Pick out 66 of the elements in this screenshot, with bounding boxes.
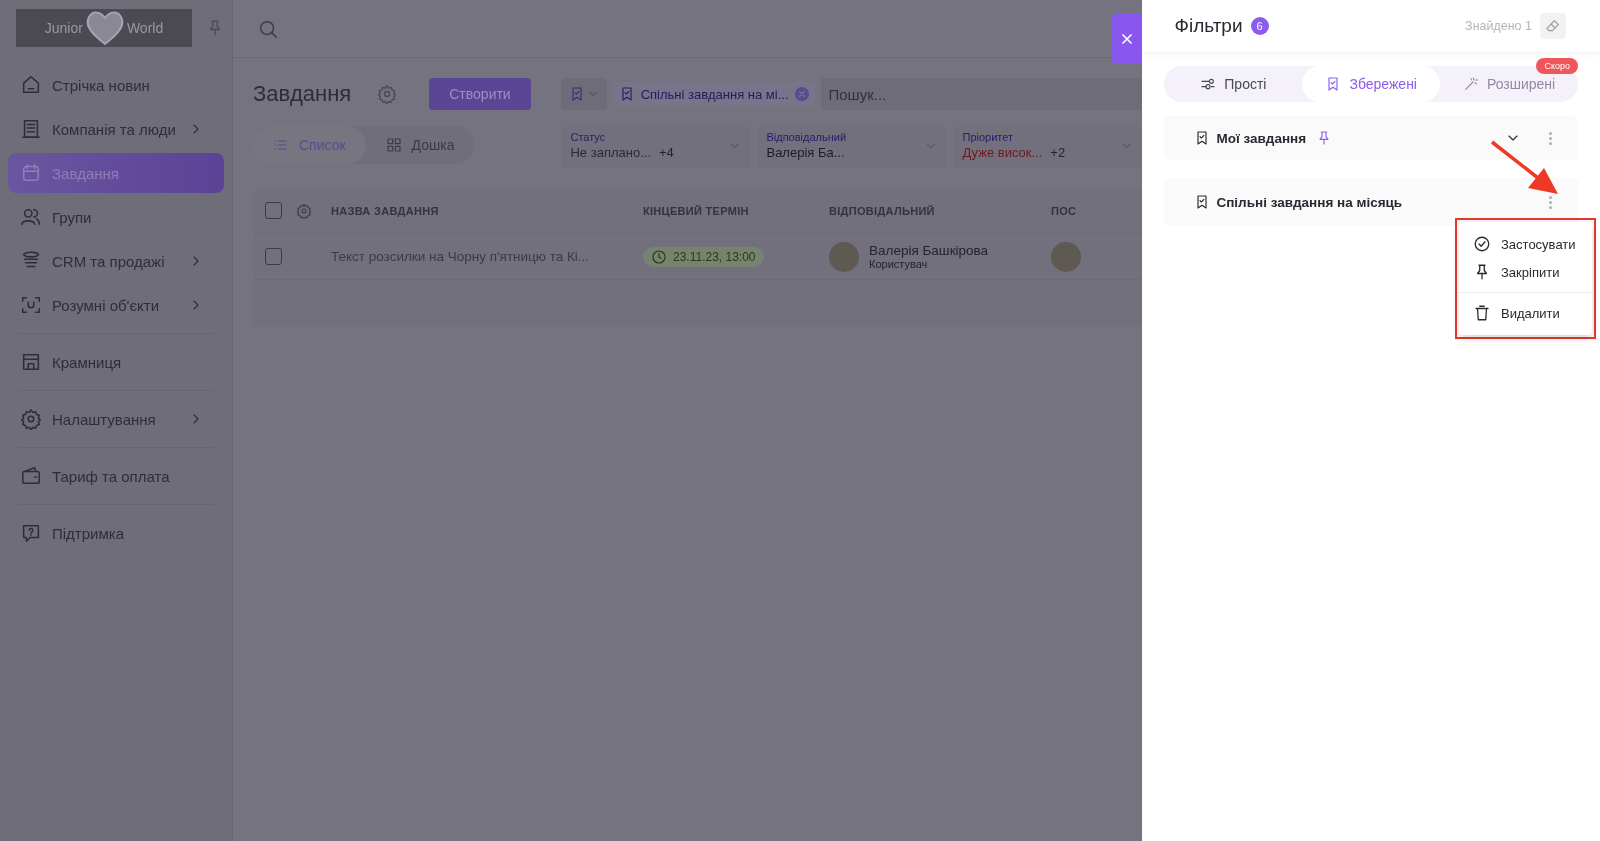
nav-item[interactable]: Тариф та оплата — [8, 456, 224, 496]
settings-icon[interactable] — [296, 202, 312, 219]
settings-icon — [20, 408, 42, 430]
menu-item[interactable]: Закріпити — [1459, 258, 1592, 286]
people-icon — [20, 206, 42, 228]
sliders-icon — [1200, 76, 1217, 92]
column-header: ВІДПОВІДАЛЬНИЙ — [829, 204, 935, 217]
column-header: НАЗВА ЗАВДАННЯ — [331, 204, 439, 217]
remove-icon[interactable] — [794, 87, 809, 101]
bookmark-dropdown[interactable] — [560, 78, 607, 110]
soon-badge: Скоро — [1536, 58, 1578, 74]
page-title: Завдання — [253, 81, 352, 107]
filter-dropdown[interactable]: Відповідальний Валерія Ба... — [758, 126, 947, 168]
clock-icon — [651, 248, 667, 265]
menu-item[interactable]: Застосувати — [1459, 230, 1592, 258]
heart-icon — [84, 10, 125, 46]
nav-item[interactable]: Підтримка — [8, 513, 224, 553]
logo: Junior World — [16, 9, 192, 47]
search-field[interactable]: Пошук... — [820, 78, 1143, 110]
avatar — [1051, 241, 1081, 272]
checkbox[interactable] — [265, 202, 282, 219]
filter-tab[interactable]: Прості — [1164, 66, 1303, 102]
trash-icon — [1473, 304, 1491, 322]
store-icon — [20, 351, 42, 373]
filter-chip[interactable]: Спільні завдання на мі... — [612, 82, 815, 106]
clear-button[interactable] — [1540, 13, 1566, 39]
help-icon — [20, 522, 42, 544]
calendar-icon — [20, 162, 42, 184]
saved-filter[interactable]: Мої завдання — [1164, 116, 1578, 160]
count-badge: 6 — [1250, 17, 1269, 35]
settings-icon[interactable] — [377, 84, 398, 104]
checkbox[interactable] — [265, 248, 282, 265]
tab-label: Розширені — [1486, 76, 1556, 92]
create-button[interactable]: Створити — [429, 78, 531, 110]
assignee-role: Користувач — [869, 258, 929, 270]
filter-dropdown[interactable]: Пріоритет Дуже висок... +2 — [954, 126, 1143, 168]
nav-item[interactable]: Розумні об'єкти — [8, 285, 224, 325]
building-icon — [20, 118, 42, 140]
wallet-icon — [20, 465, 42, 487]
close-icon — [796, 89, 807, 99]
grid-icon — [385, 137, 402, 153]
scan-icon — [20, 294, 42, 316]
nav-item[interactable]: Крамниця — [8, 342, 224, 382]
annotation-arrow — [1490, 140, 1560, 196]
avatar — [829, 241, 859, 272]
nav-item[interactable]: Налаштування — [8, 399, 224, 439]
nav-item[interactable]: Стрічка новин — [8, 65, 224, 105]
nav-item[interactable]: CRM та продажі — [8, 241, 224, 281]
nav-item[interactable]: Компанія та люди — [8, 109, 224, 149]
results-count: Знайдено 1 — [1465, 19, 1532, 33]
assignee-name: Валерія Башкірова — [869, 243, 989, 258]
panel-title: Фільтри — [1174, 15, 1243, 37]
nav-item[interactable]: Групи — [8, 197, 224, 237]
wand-icon — [1462, 76, 1479, 92]
menu-item[interactable]: Видалити — [1459, 299, 1592, 327]
check-circle-icon — [1473, 235, 1491, 253]
deadline-pill: 23.11.23, 13:00 — [643, 246, 764, 267]
eraser-icon — [1545, 18, 1561, 34]
column-header: КІНЦЕВИЙ ТЕРМІН — [643, 204, 749, 217]
filter-tab[interactable]: Збережені — [1302, 66, 1441, 102]
close-button[interactable] — [1112, 14, 1143, 64]
saved-filter[interactable]: Спільні завдання на місяць — [1164, 178, 1578, 226]
house-icon — [20, 74, 42, 96]
task-name[interactable]: Текст розсилки на Чорну п'ятницю та Кі... — [331, 249, 590, 264]
column-header: ПОС — [1051, 204, 1077, 217]
filter-dropdown[interactable]: Статус Не заплано... +4 — [562, 126, 751, 168]
